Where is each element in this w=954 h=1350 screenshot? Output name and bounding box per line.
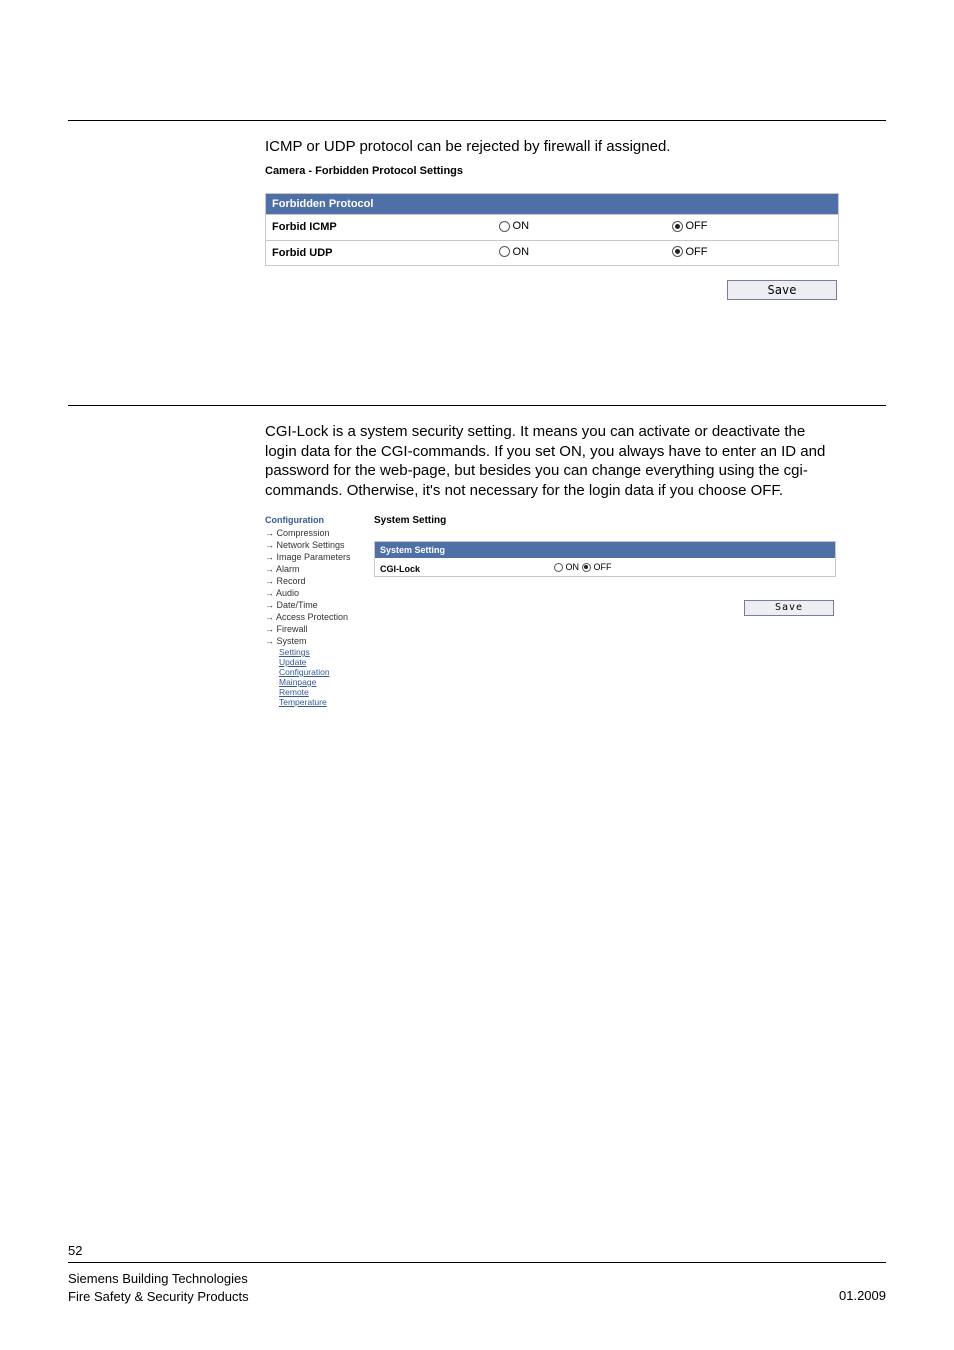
system-setting-table: System Setting CGI-Lock ON OFF <box>374 541 836 577</box>
forbid-icmp-off-radio[interactable]: OFF <box>672 220 708 232</box>
sidebar-item-alarm[interactable]: Alarm <box>265 563 363 575</box>
radio-icon <box>582 563 591 572</box>
radio-label: OFF <box>686 246 708 258</box>
config-sidebar: Configuration Compression Network Settin… <box>265 515 363 707</box>
divider-top <box>68 120 886 121</box>
radio-icon <box>672 246 683 257</box>
radio-icon <box>499 221 510 232</box>
cgi-lock-off-radio[interactable]: OFF <box>582 562 612 572</box>
sidebar-link-settings[interactable]: Settings <box>265 647 363 657</box>
sidebar-item-record[interactable]: Record <box>265 575 363 587</box>
table-row: Forbid UDP ON OFF <box>266 240 839 266</box>
system-setting-title: System Setting <box>374 515 446 526</box>
save-button[interactable]: Save <box>744 600 834 616</box>
radio-label: ON <box>513 246 530 258</box>
forbid-icmp-on-radio[interactable]: ON <box>499 220 530 232</box>
radio-icon <box>499 246 510 257</box>
forbidden-protocol-title: Camera - Forbidden Protocol Settings <box>265 165 463 177</box>
forbid-udp-off-radio[interactable]: OFF <box>672 246 708 258</box>
sidebar-item-compression[interactable]: Compression <box>265 527 363 539</box>
sidebar-link-temperature[interactable]: Temperature <box>265 697 363 707</box>
page-number: 52 <box>68 1243 82 1258</box>
row-label: Forbid ICMP <box>266 215 493 241</box>
sidebar-link-remote[interactable]: Remote <box>265 687 363 697</box>
sidebar-link-update[interactable]: Update <box>265 657 363 667</box>
cgi-lock-on-radio[interactable]: ON <box>554 562 580 572</box>
sidebar-item-system[interactable]: System <box>265 635 363 647</box>
table-row: CGI-Lock ON OFF <box>375 558 836 577</box>
radio-icon <box>672 221 683 232</box>
sidebar-item-firewall[interactable]: Firewall <box>265 623 363 635</box>
sidebar-title: Configuration <box>265 515 363 525</box>
sidebar-item-network[interactable]: Network Settings <box>265 539 363 551</box>
save-button[interactable]: Save <box>727 280 837 300</box>
fp-header: Forbidden Protocol <box>266 194 839 215</box>
footer-left: Siemens Building Technologies Fire Safet… <box>68 1270 249 1306</box>
section1-intro: ICMP or UDP protocol can be rejected by … <box>265 138 670 155</box>
divider-footer <box>68 1262 886 1263</box>
divider-mid <box>68 405 886 406</box>
radio-label: ON <box>513 220 530 232</box>
radio-label: OFF <box>594 562 612 572</box>
row-label: CGI-Lock <box>375 558 549 577</box>
radio-icon <box>554 563 563 572</box>
footer-date: 01.2009 <box>839 1288 886 1303</box>
sidebar-item-image[interactable]: Image Parameters <box>265 551 363 563</box>
sidebar-item-audio[interactable]: Audio <box>265 587 363 599</box>
forbidden-protocol-table: Forbidden Protocol Forbid ICMP ON OFF Fo… <box>265 193 839 266</box>
sidebar-item-access[interactable]: Access Protection <box>265 611 363 623</box>
sidebar-link-configuration[interactable]: Configuration <box>265 667 363 677</box>
row-label: Forbid UDP <box>266 240 493 266</box>
ss-header: System Setting <box>375 542 836 559</box>
section2-intro: CGI-Lock is a system security setting. I… <box>265 422 835 500</box>
radio-label: OFF <box>686 220 708 232</box>
footer-line2: Fire Safety & Security Products <box>68 1288 249 1306</box>
footer-line1: Siemens Building Technologies <box>68 1270 249 1288</box>
sidebar-item-datetime[interactable]: Date/Time <box>265 599 363 611</box>
table-row: Forbid ICMP ON OFF <box>266 215 839 241</box>
radio-label: ON <box>566 562 580 572</box>
forbid-udp-on-radio[interactable]: ON <box>499 246 530 258</box>
sidebar-link-mainpage[interactable]: Mainpage <box>265 677 363 687</box>
